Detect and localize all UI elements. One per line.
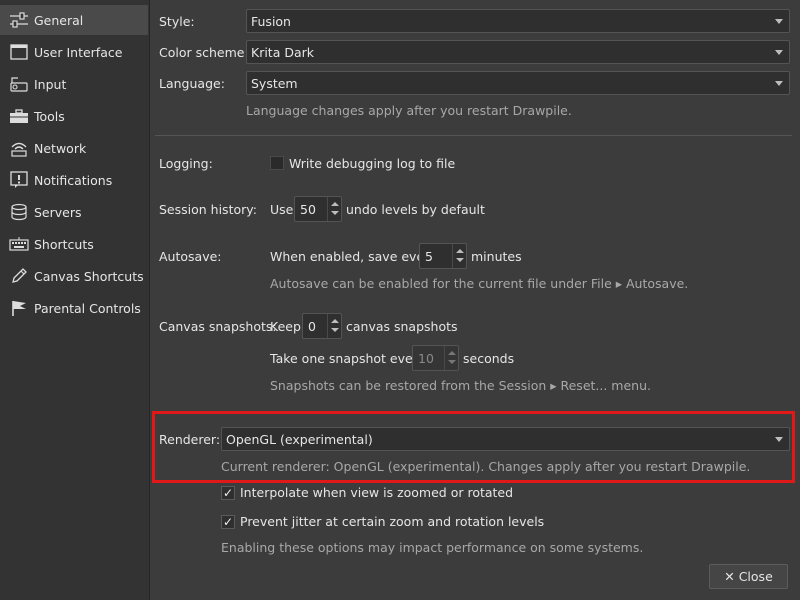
sidebar-item-label: User Interface: [34, 44, 123, 60]
chevron-up-icon: [331, 202, 339, 206]
autosave-suffix: minutes: [471, 249, 522, 264]
chevron-up-icon: [448, 351, 456, 355]
debug-log-checkbox-label[interactable]: Write debugging log to file: [289, 156, 455, 171]
color-scheme-value: Krita Dark: [251, 44, 315, 60]
color-scheme-label: Color scheme:: [159, 45, 249, 60]
logging-label: Logging:: [159, 156, 213, 171]
undo-levels-value: 50: [300, 201, 316, 217]
notification-icon: [8, 169, 30, 191]
chevron-down-icon: [775, 50, 783, 55]
close-button[interactable]: ✕ Close: [709, 564, 788, 589]
language-note: Language changes apply after you restart…: [246, 103, 572, 118]
session-history-prefix: Use: [270, 202, 294, 217]
undo-levels-spinbox[interactable]: 50: [294, 196, 342, 222]
sidebar-item-label: Tools: [34, 108, 65, 124]
sidebar-item-label: Servers: [34, 204, 82, 220]
sidebar-item-label: General: [34, 12, 84, 28]
sidebar-item-shortcuts[interactable]: Shortcuts: [0, 229, 148, 259]
pen-icon: [8, 265, 30, 287]
toolbox-icon: [8, 105, 30, 127]
performance-note: Enabling these options may impact perfor…: [221, 540, 644, 555]
snapshot-interval-value: 10: [418, 350, 434, 366]
session-history-suffix: undo levels by default: [346, 202, 485, 217]
spin-buttons[interactable]: [327, 314, 341, 338]
language-value: System: [251, 75, 298, 91]
snapshot-count-spinbox[interactable]: 0: [302, 313, 342, 339]
close-button-label: Close: [738, 569, 773, 584]
chevron-down-icon: [456, 258, 464, 262]
spin-buttons[interactable]: [452, 244, 466, 268]
sliders-icon: [8, 9, 30, 31]
sidebar-item-servers[interactable]: Servers: [0, 197, 148, 227]
input-device-icon: [8, 73, 30, 95]
flag-icon: [8, 297, 30, 319]
autosave-prefix: When enabled, save every: [270, 249, 437, 264]
color-scheme-combobox[interactable]: Krita Dark: [246, 40, 790, 64]
sidebar-item-notifications[interactable]: Notifications: [0, 165, 148, 195]
sidebar-item-user-interface[interactable]: User Interface: [0, 37, 148, 67]
autosave-interval-value: 5: [425, 248, 433, 264]
sidebar-item-label: Shortcuts: [34, 236, 94, 252]
prevent-jitter-checkbox[interactable]: ✓: [221, 515, 235, 529]
sidebar-item-canvas-shortcuts[interactable]: Canvas Shortcuts: [0, 261, 148, 291]
sidebar-item-label: Parental Controls: [34, 300, 141, 316]
interpolate-checkbox-label[interactable]: Interpolate when view is zoomed or rotat…: [240, 485, 513, 500]
snapshot-interval-prefix: Take one snapshot every: [270, 351, 426, 366]
sidebar-item-parental-controls[interactable]: Parental Controls: [0, 293, 148, 323]
network-icon: [8, 137, 30, 159]
language-combobox[interactable]: System: [246, 71, 790, 95]
sidebar-item-label: Network: [34, 140, 87, 156]
chevron-up-icon: [331, 319, 339, 323]
snapshot-interval-spinbox[interactable]: 10: [412, 345, 459, 371]
interpolate-checkbox[interactable]: ✓: [221, 486, 235, 500]
sidebar-item-label: Notifications: [34, 172, 113, 188]
chevron-down-icon: [331, 328, 339, 332]
sidebar-item-label: Input: [34, 76, 67, 92]
sidebar-item-input[interactable]: Input: [0, 69, 148, 99]
chevron-down-icon: [448, 360, 456, 364]
prevent-jitter-checkbox-label[interactable]: Prevent jitter at certain zoom and rotat…: [240, 514, 544, 529]
section-divider: [155, 135, 792, 136]
spin-buttons[interactable]: [444, 346, 458, 370]
sidebar-item-label: Canvas Shortcuts: [34, 268, 144, 284]
style-value: Fusion: [251, 13, 291, 29]
style-combobox[interactable]: Fusion: [246, 9, 790, 33]
chevron-down-icon: [775, 19, 783, 24]
chevron-down-icon: [331, 211, 339, 215]
renderer-highlight-box: [152, 411, 795, 483]
sidebar-item-general[interactable]: General: [0, 5, 148, 35]
canvas-snapshots-label: Canvas snapshots:: [159, 319, 277, 334]
snapshot-count-value: 0: [308, 318, 316, 334]
chevron-down-icon: [775, 81, 783, 86]
settings-sidebar: General User Interface Input Tools Netwo…: [0, 0, 150, 600]
spin-buttons[interactable]: [327, 197, 341, 221]
keyboard-icon: [8, 233, 30, 255]
close-icon: ✕: [724, 569, 735, 584]
language-label: Language:: [159, 76, 225, 91]
snapshots-keep-suffix: canvas snapshots: [346, 319, 458, 334]
debug-log-checkbox[interactable]: [270, 156, 284, 170]
database-icon: [8, 201, 30, 223]
autosave-label: Autosave:: [159, 249, 222, 264]
autosave-interval-spinbox[interactable]: 5: [419, 243, 467, 269]
session-history-label: Session history:: [159, 202, 257, 217]
sidebar-item-network[interactable]: Network: [0, 133, 148, 163]
sidebar-item-tools[interactable]: Tools: [0, 101, 148, 131]
chevron-up-icon: [456, 249, 464, 253]
window-icon: [8, 41, 30, 63]
style-label: Style:: [159, 14, 195, 29]
snapshot-interval-suffix: seconds: [463, 351, 515, 366]
autosave-note: Autosave can be enabled for the current …: [270, 276, 689, 291]
snapshots-note: Snapshots can be restored from the Sessi…: [270, 378, 651, 393]
snapshots-keep-prefix: Keep: [270, 319, 301, 334]
